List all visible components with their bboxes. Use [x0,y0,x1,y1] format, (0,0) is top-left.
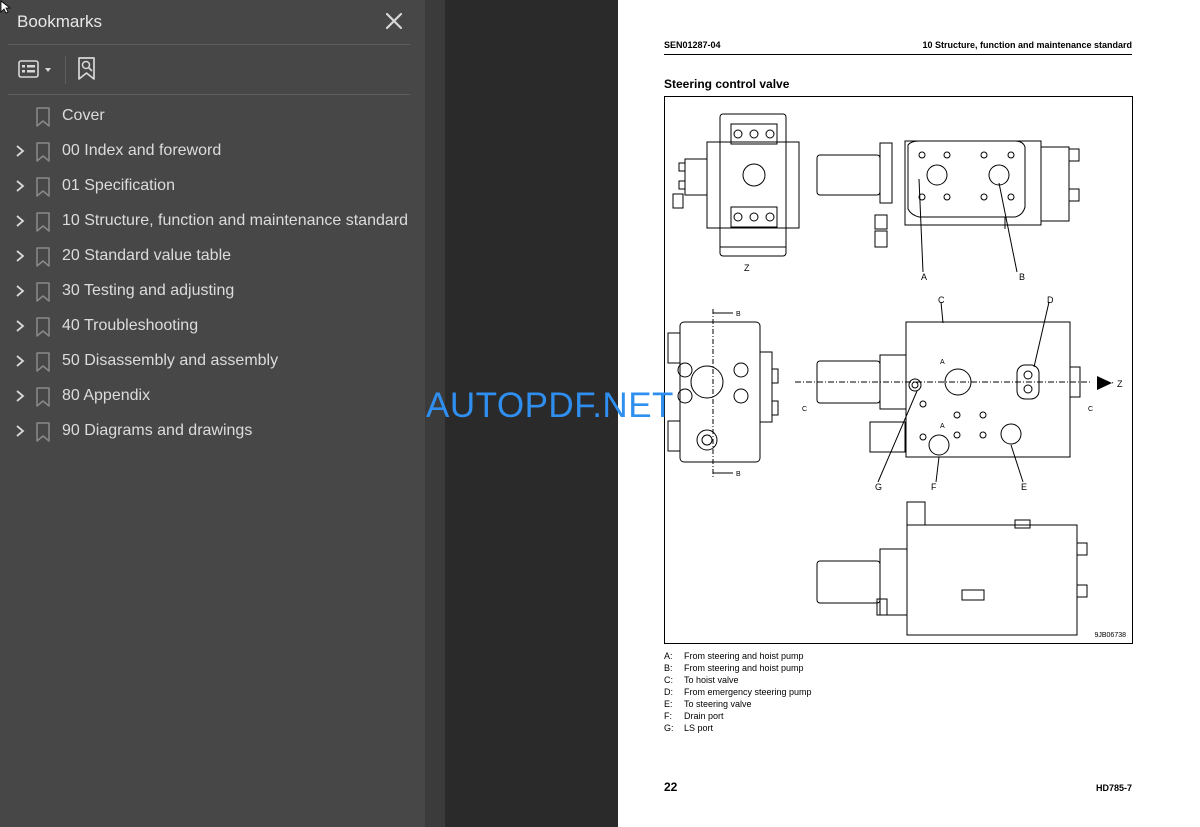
chapter-header: 10 Structure, function and maintenance s… [922,40,1132,50]
header-rule [664,54,1132,55]
legend-text: LS port [684,723,714,733]
toolbar-separator [65,56,66,84]
legend-text: To steering valve [684,699,752,709]
marker-c-left: C [802,406,807,413]
bookmark-item-testing-and-adjusting[interactable]: 30 Testing and adjusting [0,274,425,309]
legend-key: E: [664,699,673,709]
figure-code: 9JB06738 [1094,632,1126,639]
bookmark-options-icon[interactable] [16,58,58,82]
legend-key: C: [664,675,673,685]
label-b-top: B [1019,272,1025,282]
view-section-left-drawing [667,309,779,479]
bookmark-label: 30 Testing and adjusting [62,282,235,299]
legend-text: From steering and hoist pump [684,663,804,673]
chevron-right-icon[interactable] [13,424,27,438]
bookmark-item-disassembly-and-assembly[interactable]: 50 Disassembly and assembly [0,344,425,379]
marker-c-right: C [1088,406,1093,413]
bookmark-item-troubleshooting[interactable]: 40 Troubleshooting [0,309,425,344]
valve-line-drawing: Z A B C D G F E Z A A B B C C [667,113,1123,636]
section-title: Steering control valve [664,77,790,91]
bookmark-list: Cover 00 Index and foreword 01 Specifica… [0,99,425,449]
label-f: F [931,482,937,492]
bookmark-icon [36,387,50,407]
legend-text: To hoist valve [684,675,739,685]
legend-key: F: [664,711,672,721]
bookmark-item-diagrams-and-drawings[interactable]: 90 Diagrams and drawings [0,414,425,449]
bookmark-item-cover[interactable]: Cover [0,99,425,134]
mouse-cursor-icon [0,0,12,14]
document-id: SEN01287-04 [664,40,721,50]
chevron-right-icon[interactable] [13,179,27,193]
bookmark-label: 20 Standard value table [62,247,232,264]
pdf-page: SEN01287-04 10 Structure, function and m… [618,0,1200,827]
bookmark-icon [36,317,50,337]
divider [8,44,410,45]
bookmark-item-specification[interactable]: 01 Specification [0,169,425,204]
model-name: HD785-7 [1095,783,1132,793]
label-d: D [1047,295,1054,305]
label-z-arrow: Z [1117,379,1123,389]
bookmark-icon [36,177,50,197]
view-z-drawing [672,113,800,257]
label-a-mid-lower: A [940,423,945,430]
chevron-right-icon[interactable] [13,144,27,158]
bookmark-label: Cover [62,107,105,124]
legend-text: Drain port [684,711,724,721]
chevron-right-icon[interactable] [13,249,27,263]
page-number: 22 [664,780,678,794]
bookmark-icon [36,422,50,442]
marker-b-top: B [736,311,741,318]
bookmark-icon [36,247,50,267]
view-bottom-drawing [816,501,1088,636]
find-bookmark-icon[interactable] [74,55,102,83]
divider [8,94,410,95]
legend-text: From emergency steering pump [684,687,812,697]
bookmark-item-standard-value-table[interactable]: 20 Standard value table [0,239,425,274]
chevron-right-icon[interactable] [13,214,27,228]
bookmark-label: 10 Structure, function and maintenance s… [62,212,408,229]
bookmark-icon [36,142,50,162]
view-top-drawing [816,140,1080,273]
bookmark-icon [36,352,50,372]
bookmarks-panel: Bookmarks Cover 00 Index and foreword 01… [0,0,425,827]
chevron-right-icon[interactable] [13,319,27,333]
legend-key: G: [664,723,674,733]
valve-drawing-figure: Z A B C D G F E Z A A B B C C 9JB06738 [664,96,1133,644]
label-a-mid: A [940,359,945,366]
bookmarks-header: Bookmarks [0,0,425,44]
chevron-right-icon[interactable] [13,284,27,298]
label-c: C [938,295,945,305]
bookmark-icon [36,212,50,232]
marker-b-bottom: B [736,471,741,478]
legend-text: From steering and hoist pump [684,651,804,661]
panel-title: Bookmarks [17,12,103,31]
bookmark-label: 90 Diagrams and drawings [62,422,253,439]
bookmark-label: 50 Disassembly and assembly [62,352,279,369]
label-e: E [1021,482,1027,492]
bookmark-label: 00 Index and foreword [62,142,222,159]
bookmark-label: 80 Appendix [62,387,151,404]
bookmark-item-index-and-foreword[interactable]: 00 Index and foreword [0,134,425,169]
bookmark-icon [36,282,50,302]
close-icon[interactable] [383,10,405,32]
chevron-right-icon[interactable] [13,389,27,403]
bookmark-item-structure-function[interactable]: 10 Structure, function and maintenance s… [0,204,425,239]
legend-key: D: [664,687,673,697]
legend-key: A: [664,651,673,661]
bookmark-item-appendix[interactable]: 80 Appendix [0,379,425,414]
bookmarks-toolbar [0,46,425,94]
label-g: G [875,482,882,492]
watermark: AUTOPDF.NET [426,386,674,425]
bookmark-label: 01 Specification [62,177,175,194]
view-section-right-drawing [795,301,1090,483]
label-z-top: Z [744,263,750,273]
label-a-top: A [921,272,927,282]
legend-key: B: [664,663,673,673]
chevron-right-icon[interactable] [13,354,27,368]
bookmark-icon [36,107,50,127]
bookmark-label: 40 Troubleshooting [62,317,199,334]
